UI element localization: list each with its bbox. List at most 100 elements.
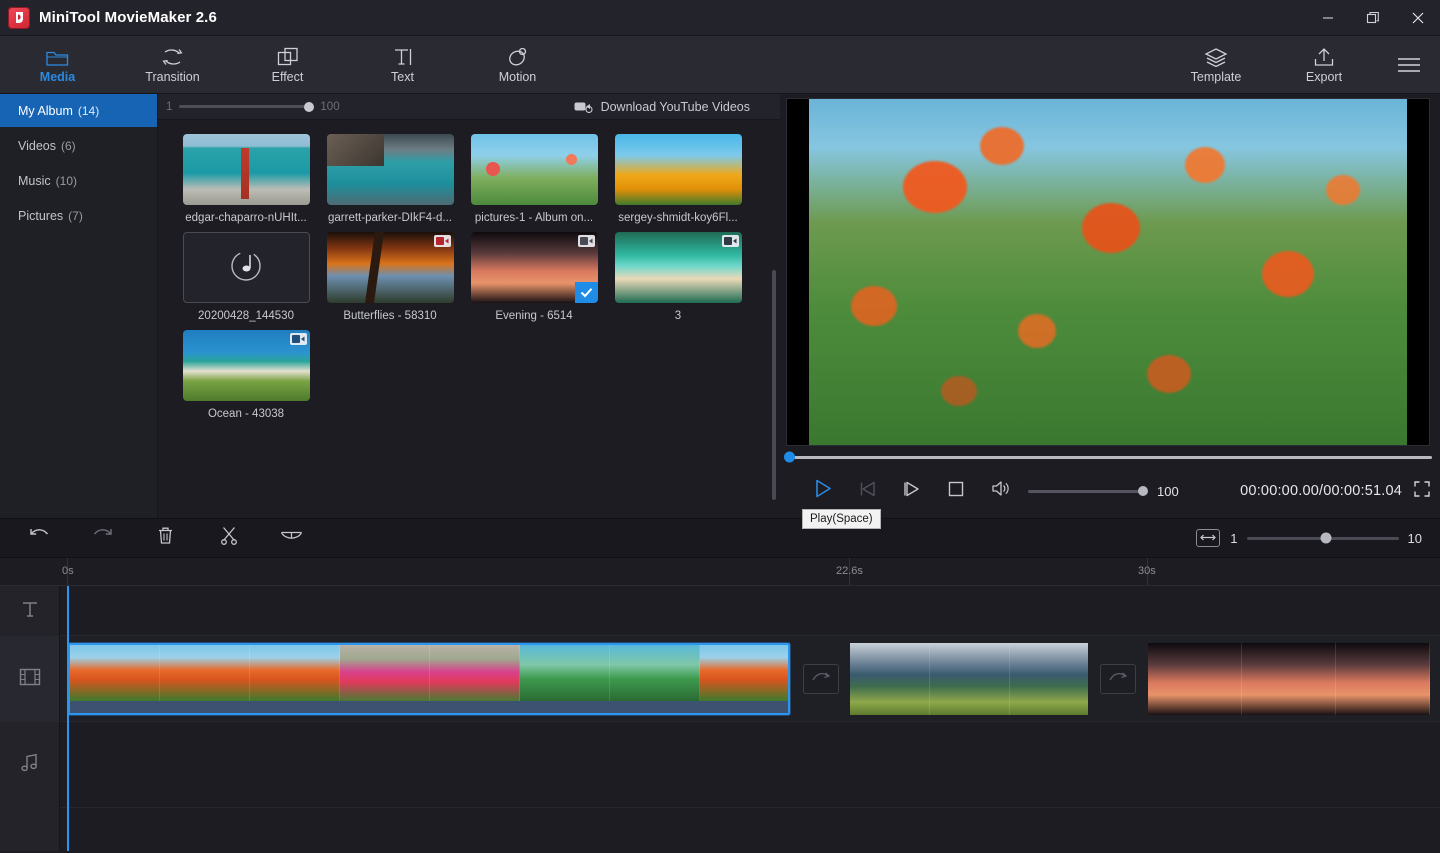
ribbon-tab-media[interactable]: Media <box>0 36 115 94</box>
clip-frame <box>1010 643 1088 715</box>
timeline-ruler[interactable]: 0s 22.6s 30s <box>0 558 1440 586</box>
clip-1-footer <box>70 701 788 715</box>
media-thumbnail[interactable] <box>471 232 598 303</box>
ribbon-tab-transition[interactable]: Transition <box>115 36 230 94</box>
timeline-zoom-max: 10 <box>1408 531 1422 546</box>
media-item[interactable]: sergey-shmidt-koy6Fl... <box>606 134 750 224</box>
music-lane[interactable] <box>60 722 1440 808</box>
play-button[interactable] <box>802 471 846 511</box>
clip-frame <box>160 645 250 701</box>
delete-button[interactable] <box>134 518 197 558</box>
video-badge-icon <box>290 333 307 345</box>
timeline-clip-1[interactable] <box>68 643 790 715</box>
media-item[interactable]: Evening - 6514 <box>462 232 606 322</box>
media-thumbnail[interactable] <box>183 330 310 401</box>
media-item-caption: pictures-1 - Album on... <box>462 212 606 224</box>
media-thumbnail[interactable] <box>183 134 310 205</box>
media-item[interactable]: garrett-parker-DIkF4-d... <box>318 134 462 224</box>
thumbnail-slider-knob[interactable] <box>304 102 314 112</box>
text-track-header[interactable] <box>0 586 59 636</box>
timeline-playhead[interactable] <box>67 586 69 851</box>
media-item[interactable]: 3 <box>606 232 750 322</box>
playback-progress-bar[interactable] <box>786 456 1432 459</box>
fit-to-timeline-button[interactable] <box>1196 529 1220 547</box>
transition-slot-1[interactable] <box>803 664 839 694</box>
media-item[interactable]: pictures-1 - Album on... <box>462 134 606 224</box>
volume-button[interactable] <box>978 471 1022 511</box>
volume-value: 100 <box>1157 484 1179 499</box>
maximize-restore-button[interactable] <box>1350 0 1395 36</box>
sidebar-item-videos[interactable]: Videos (6) <box>0 129 157 162</box>
media-item[interactable]: edgar-chaparro-nUHIt... <box>174 134 318 224</box>
sidebar-item-my-album-label: My Album <box>18 104 73 118</box>
preview-frame-image <box>787 99 1429 445</box>
library-scrollbar[interactable] <box>772 270 776 500</box>
scissors-icon <box>220 526 238 550</box>
split-button[interactable] <box>197 518 260 558</box>
close-button[interactable] <box>1395 0 1440 36</box>
redo-button[interactable] <box>71 518 134 558</box>
music-track-header[interactable] <box>0 722 59 808</box>
media-item[interactable]: 20200428_144530 <box>174 232 318 322</box>
speed-button[interactable] <box>260 518 323 558</box>
play-button-tooltip: Play(Space) <box>802 509 881 529</box>
preview-canvas[interactable] <box>786 98 1430 446</box>
timeline-tracks <box>0 586 1440 851</box>
trash-icon <box>157 526 174 550</box>
text-track-icon <box>20 599 40 624</box>
sidebar-item-pictures[interactable]: Pictures (7) <box>0 199 157 232</box>
volume-slider-track[interactable] <box>1028 490 1148 493</box>
media-thumbnail[interactable] <box>327 134 454 205</box>
media-item-caption: edgar-chaparro-nUHIt... <box>174 212 318 224</box>
download-youtube-videos-button[interactable]: Download YouTube Videos <box>574 100 772 114</box>
effect-icon <box>277 45 299 67</box>
media-thumbnail[interactable] <box>615 134 742 205</box>
ribbon-tab-text[interactable]: Text <box>345 36 460 94</box>
stop-button[interactable] <box>934 471 978 511</box>
ribbon-tab-template[interactable]: Template <box>1162 36 1270 94</box>
undo-button[interactable] <box>8 518 71 558</box>
window-controls <box>1305 0 1440 36</box>
minimize-button[interactable] <box>1305 0 1350 36</box>
previous-frame-button[interactable] <box>846 471 890 511</box>
ribbon-tab-motion[interactable]: Motion <box>460 36 575 94</box>
ruler-tick-1: 22.6s <box>836 565 863 577</box>
youtube-download-icon <box>574 100 593 114</box>
media-thumbnail-audio[interactable] <box>183 232 310 303</box>
transition-slot-2[interactable] <box>1100 664 1136 694</box>
sidebar-item-my-album-count: (14) <box>78 104 99 118</box>
media-item-caption: Butterflies - 58310 <box>318 310 462 322</box>
timeline-zoom-slider[interactable]: 1 10 <box>1230 531 1422 546</box>
media-item-caption: garrett-parker-DIkF4-d... <box>318 212 462 224</box>
media-item[interactable]: Ocean - 43038 <box>174 330 318 420</box>
text-lane[interactable] <box>60 586 1440 636</box>
next-frame-button[interactable] <box>890 471 934 511</box>
volume-slider-knob[interactable] <box>1138 486 1148 496</box>
media-thumbnail[interactable] <box>615 232 742 303</box>
ribbon-tab-effect[interactable]: Effect <box>230 36 345 94</box>
thumbnail-slider-track[interactable] <box>179 105 313 108</box>
clip-1-frames <box>70 645 788 701</box>
fullscreen-button[interactable] <box>1414 481 1430 502</box>
ribbon-tab-export[interactable]: Export <box>1270 36 1378 94</box>
sidebar-item-music[interactable]: Music (10) <box>0 164 157 197</box>
playback-progress-handle[interactable] <box>784 452 795 463</box>
speed-icon <box>280 528 303 549</box>
timeline-zoom-knob[interactable] <box>1320 533 1331 544</box>
sidebar-item-my-album[interactable]: My Album (14) <box>0 94 157 127</box>
video-track-header[interactable] <box>0 636 59 722</box>
thumbnail-size-slider[interactable]: 1 100 <box>166 101 340 113</box>
media-thumbnail[interactable] <box>471 134 598 205</box>
media-thumbnail[interactable] <box>327 232 454 303</box>
timeline-clip-3[interactable] <box>1148 643 1440 715</box>
timeline-clip-2[interactable] <box>850 643 1088 715</box>
media-item[interactable]: Butterflies - 58310 <box>318 232 462 322</box>
clip-frame <box>250 645 340 701</box>
volume-slider[interactable]: 100 <box>1028 484 1179 499</box>
timeline-zoom-track[interactable] <box>1247 537 1399 540</box>
video-lane[interactable] <box>60 636 1440 722</box>
clip-frame <box>1336 643 1430 715</box>
hamburger-menu-icon[interactable] <box>1378 36 1440 94</box>
sidebar-item-videos-label: Videos <box>18 139 56 153</box>
title-bar: MiniTool MovieMaker 2.6 <box>0 0 1440 36</box>
